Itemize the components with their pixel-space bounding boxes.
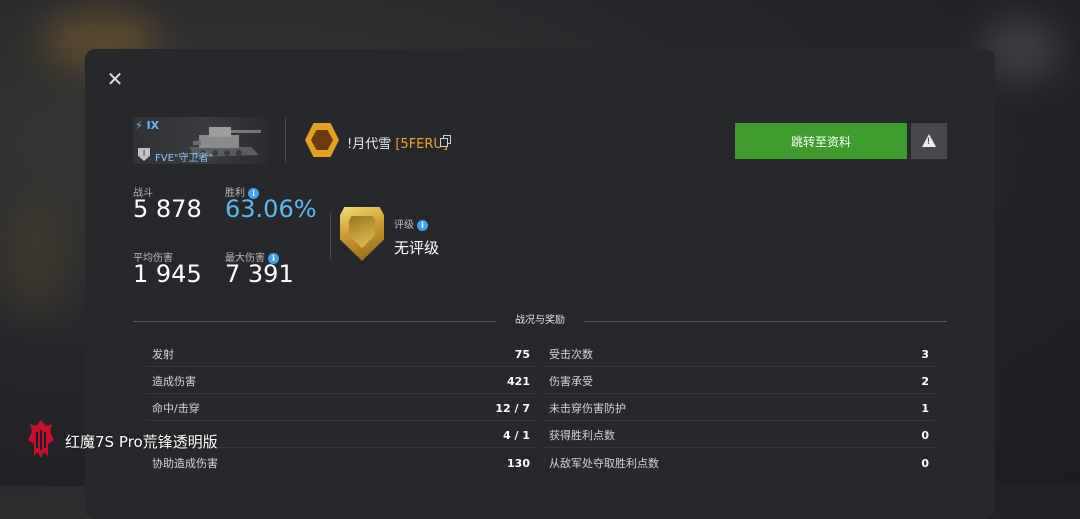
stat-row: 命中/击穿 12 / 7 (146, 398, 536, 421)
stat-row: 受击次数 3 (543, 344, 935, 367)
stat-row: 伤害承受 2 (543, 371, 935, 394)
rank-badge-icon: I (138, 148, 150, 161)
win-rate-value: 63.06% (225, 195, 317, 223)
avg-damage-value: 1 945 (133, 260, 202, 288)
stat-row-value: 421 (507, 375, 530, 388)
stat-row-value: 0 (921, 429, 929, 442)
warning-icon (922, 134, 936, 147)
stat-row: 协助造成伤害 130 (146, 453, 536, 475)
go-to-profile-button[interactable]: 跳转至资料 (735, 123, 907, 159)
player-name: !月代雪 [5FERU] (347, 137, 449, 152)
stat-row-label: 未击穿伤害防护 (549, 402, 626, 415)
background-blur (0, 200, 70, 320)
stat-row-value: 0 (921, 457, 929, 470)
stat-row: 发射 75 (146, 344, 536, 367)
device-logo-icon (28, 420, 54, 458)
stat-row-label: 获得胜利点数 (549, 429, 615, 442)
stat-row-label: 命中/击穿 (152, 402, 200, 415)
stat-row-value: 12 / 7 (495, 402, 530, 415)
stat-row-label: 伤害承受 (549, 375, 593, 388)
info-icon[interactable]: i (417, 219, 428, 231)
copy-icon[interactable] (440, 135, 451, 147)
stat-row-label: 造成伤害 (152, 375, 196, 388)
stat-row-label: 受击次数 (549, 348, 593, 361)
stat-row: 造成伤害 421 (146, 371, 536, 394)
divider (330, 213, 331, 259)
stat-row: 获得胜利点数 0 (543, 425, 935, 448)
stat-row-value: 2 (921, 375, 929, 388)
stat-row-value: 75 (514, 348, 530, 361)
stat-row-value: 3 (921, 348, 929, 361)
tank-card[interactable]: ⚡ IX I FVE"守卫者" (133, 117, 267, 164)
battles-value: 5 878 (133, 195, 202, 223)
close-icon[interactable]: ✕ (104, 68, 126, 90)
rating-label: 评级 i (394, 216, 428, 231)
stat-row-value: 130 (507, 457, 530, 470)
tank-tier: ⚡ IX (135, 119, 160, 132)
stat-row-label: 发射 (152, 348, 174, 361)
stat-row-value: 1 (921, 402, 929, 415)
lightning-icon: ⚡ (135, 119, 143, 132)
divider (285, 118, 286, 162)
stat-row-value: 4 / 1 (503, 429, 530, 442)
device-watermark: 红魔7S Pro荒锋透明版 (65, 433, 218, 451)
rating-value: 无评级 (394, 239, 440, 257)
max-damage-value: 7 391 (225, 260, 294, 288)
stat-row: 从敌军处夺取胜利点数 0 (543, 453, 935, 475)
section-title: 战况与奖励 (515, 315, 565, 326)
report-button[interactable] (911, 123, 947, 159)
tank-name: FVE"守卫者" (155, 153, 214, 164)
stat-row: 未击穿伤害防护 1 (543, 398, 935, 421)
stat-row-label: 从敌军处夺取胜利点数 (549, 457, 659, 470)
stat-row-label: 协助造成伤害 (152, 457, 218, 470)
